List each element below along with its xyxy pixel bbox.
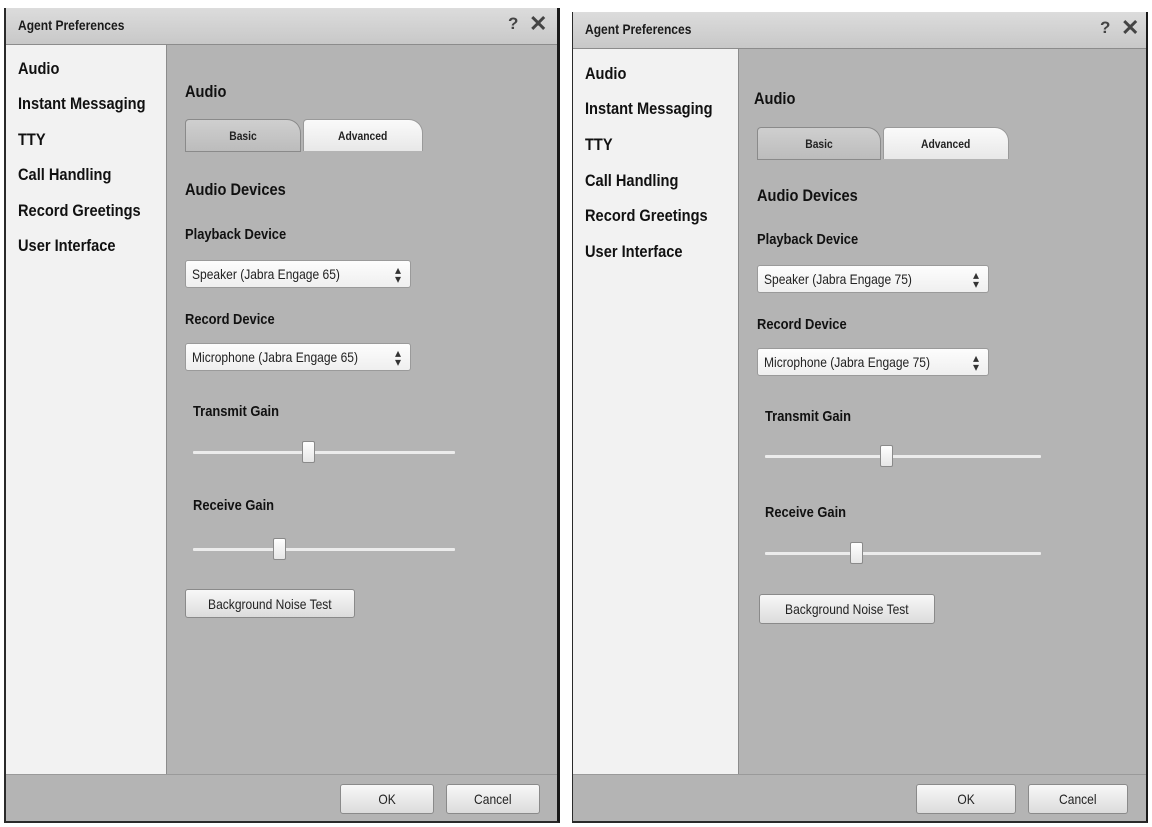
transmit-gain-thumb[interactable]	[302, 441, 316, 463]
sidebar-item-audio[interactable]: Audio	[585, 64, 626, 84]
sidebar-item-call-handling[interactable]: Call Handling	[585, 171, 678, 191]
dialog-title: Agent Preferences	[18, 17, 125, 33]
transmit-gain-label: Transmit Gain	[765, 408, 852, 425]
sidebar-item-user-interface[interactable]: User Interface	[18, 236, 116, 256]
updown-arrows-icon: ▴ ▾	[394, 263, 401, 286]
tab-underline	[185, 151, 301, 152]
receive-gain-thumb[interactable]	[273, 538, 287, 560]
receive-gain-track[interactable]	[765, 552, 1041, 555]
transmit-gain-track[interactable]	[193, 451, 455, 454]
tab-advanced-label: Advanced	[921, 136, 971, 151]
receive-gain-label: Receive Gain	[193, 497, 275, 514]
receive-gain-thumb[interactable]	[850, 542, 864, 564]
background-noise-test-button[interactable]: Background Noise Test	[185, 589, 355, 618]
section-title: Audio	[185, 82, 227, 101]
record-device-select[interactable]: Microphone (Jabra Engage 65) ▴ ▾	[185, 343, 411, 371]
section-title: Audio	[754, 89, 796, 108]
audio-settings-panel: Audio Basic Advanced Audio Devices Playb…	[167, 45, 557, 775]
playback-device-label: Playback Device	[757, 231, 859, 248]
sidebar-item-audio[interactable]: Audio	[18, 59, 59, 79]
agent-preferences-dialog-left: Agent Preferences ? ✕ Audio Instant Mess…	[4, 8, 560, 823]
tab-underline	[757, 159, 881, 160]
help-icon[interactable]: ?	[508, 14, 518, 34]
close-icon[interactable]: ✕	[529, 11, 547, 37]
sidebar-item-record-greetings[interactable]: Record Greetings	[18, 201, 141, 221]
audio-devices-heading: Audio Devices	[185, 180, 286, 199]
help-icon[interactable]: ?	[1100, 18, 1110, 38]
preferences-sidebar: Audio Instant Messaging TTY Call Handlin…	[573, 49, 739, 775]
ok-button[interactable]: OK	[916, 784, 1016, 814]
record-device-label: Record Device	[757, 316, 847, 333]
title-bar: Agent Preferences ? ✕	[573, 12, 1146, 49]
cancel-button[interactable]: Cancel	[446, 784, 540, 814]
transmit-gain-thumb[interactable]	[880, 445, 894, 467]
transmit-gain-track[interactable]	[765, 455, 1041, 458]
transmit-gain-label: Transmit Gain	[193, 403, 280, 420]
cancel-button[interactable]: Cancel	[1028, 784, 1128, 814]
sidebar-item-tty[interactable]: TTY	[585, 135, 613, 155]
updown-arrows-icon: ▴ ▾	[972, 351, 979, 374]
cancel-label: Cancel	[1059, 791, 1097, 807]
updown-arrows-icon: ▴ ▾	[394, 346, 401, 369]
tab-basic[interactable]: Basic	[757, 127, 881, 159]
background-noise-test-label: Background Noise Test	[785, 601, 909, 617]
playback-device-label: Playback Device	[185, 226, 287, 243]
sidebar-item-call-handling[interactable]: Call Handling	[18, 165, 111, 185]
agent-preferences-dialog-right: Agent Preferences ? ✕ Audio Instant Mess…	[572, 12, 1148, 823]
record-device-label: Record Device	[185, 311, 275, 328]
background-noise-test-label: Background Noise Test	[208, 595, 332, 612]
tab-basic-label: Basic	[805, 136, 833, 151]
audio-settings-panel: Audio Basic Advanced Audio Devices Playb…	[739, 49, 1146, 775]
ok-button[interactable]: OK	[340, 784, 434, 814]
playback-device-value: Speaker (Jabra Engage 75)	[764, 271, 912, 287]
dialog-title: Agent Preferences	[585, 21, 692, 37]
sidebar-item-instant-messaging[interactable]: Instant Messaging	[585, 99, 713, 119]
receive-gain-track[interactable]	[193, 548, 455, 551]
sidebar-item-tty[interactable]: TTY	[18, 130, 46, 150]
ok-label: OK	[378, 791, 396, 807]
dialog-footer: OK Cancel	[6, 774, 557, 821]
playback-device-select[interactable]: Speaker (Jabra Engage 75) ▴ ▾	[757, 265, 989, 293]
sidebar-item-record-greetings[interactable]: Record Greetings	[585, 206, 708, 226]
close-icon[interactable]: ✕	[1121, 15, 1139, 41]
record-device-value: Microphone (Jabra Engage 65)	[192, 349, 358, 365]
tab-advanced[interactable]: Advanced	[883, 127, 1009, 159]
tab-advanced[interactable]: Advanced	[303, 119, 423, 151]
playback-device-select[interactable]: Speaker (Jabra Engage 65) ▴ ▾	[185, 260, 411, 288]
sidebar-item-user-interface[interactable]: User Interface	[585, 242, 683, 262]
background-noise-test-button[interactable]: Background Noise Test	[759, 594, 935, 624]
receive-gain-label: Receive Gain	[765, 504, 847, 521]
audio-devices-heading: Audio Devices	[757, 186, 858, 205]
tab-basic[interactable]: Basic	[185, 119, 301, 151]
tab-advanced-label: Advanced	[338, 128, 388, 143]
title-bar: Agent Preferences ? ✕	[6, 8, 557, 45]
updown-arrows-icon: ▴ ▾	[972, 268, 979, 291]
record-device-value: Microphone (Jabra Engage 75)	[764, 354, 930, 370]
cancel-label: Cancel	[474, 791, 512, 807]
sidebar-item-instant-messaging[interactable]: Instant Messaging	[18, 94, 146, 114]
playback-device-value: Speaker (Jabra Engage 65)	[192, 266, 340, 282]
ok-label: OK	[957, 791, 975, 807]
preferences-sidebar: Audio Instant Messaging TTY Call Handlin…	[6, 45, 167, 775]
dialog-footer: OK Cancel	[573, 774, 1146, 821]
record-device-select[interactable]: Microphone (Jabra Engage 75) ▴ ▾	[757, 348, 989, 376]
tab-basic-label: Basic	[229, 128, 257, 143]
